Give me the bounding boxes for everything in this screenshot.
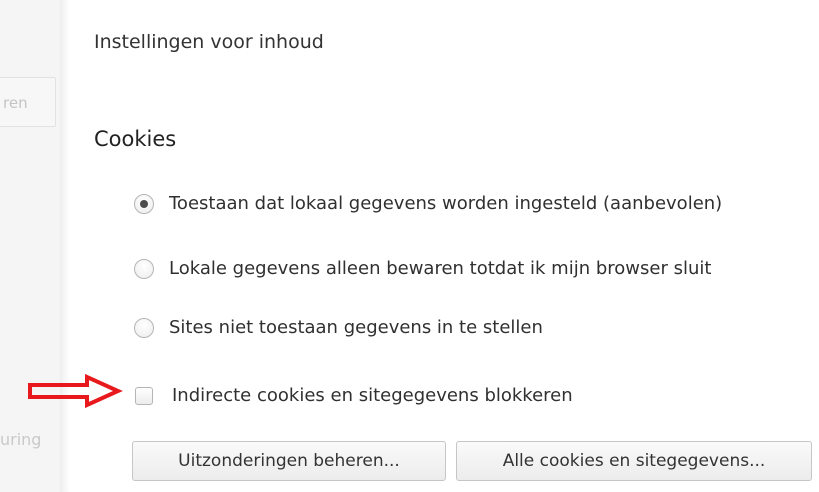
cookies-section-title: Cookies [94, 127, 177, 151]
all-cookies-button[interactable]: Alle cookies en sitegegevens... [456, 441, 812, 481]
radio-button[interactable] [134, 258, 154, 279]
radio-button[interactable] [134, 317, 154, 338]
background-text: uring [0, 430, 42, 449]
background-button: ren [0, 77, 56, 127]
radio-option-allow[interactable]: Toestaan dat lokaal gegevens worden inge… [134, 193, 722, 214]
background-page [0, 0, 60, 492]
dialog-shadow [60, 0, 70, 492]
checkbox-label-third-party: Indirecte cookies en sitegegevens blokke… [172, 385, 573, 406]
radio-label-block: Sites niet toestaan gegevens in te stell… [169, 317, 543, 338]
radio-label-allow: Toestaan dat lokaal gegevens worden inge… [169, 193, 723, 214]
checkbox-option-third-party[interactable]: Indirecte cookies en sitegegevens blokke… [135, 385, 573, 406]
radio-option-session-only[interactable]: Lokale gegevens alleen bewaren totdat ik… [134, 258, 711, 279]
manage-exceptions-button[interactable]: Uitzonderingen beheren... [132, 441, 446, 481]
dialog-title: Instellingen voor inhoud [94, 31, 324, 53]
radio-option-block[interactable]: Sites niet toestaan gegevens in te stell… [134, 317, 543, 338]
radio-button-checked[interactable] [134, 193, 154, 214]
red-arrow-icon [28, 374, 123, 408]
radio-label-session-only: Lokale gegevens alleen bewaren totdat ik… [169, 258, 712, 279]
checkbox[interactable] [135, 386, 153, 405]
